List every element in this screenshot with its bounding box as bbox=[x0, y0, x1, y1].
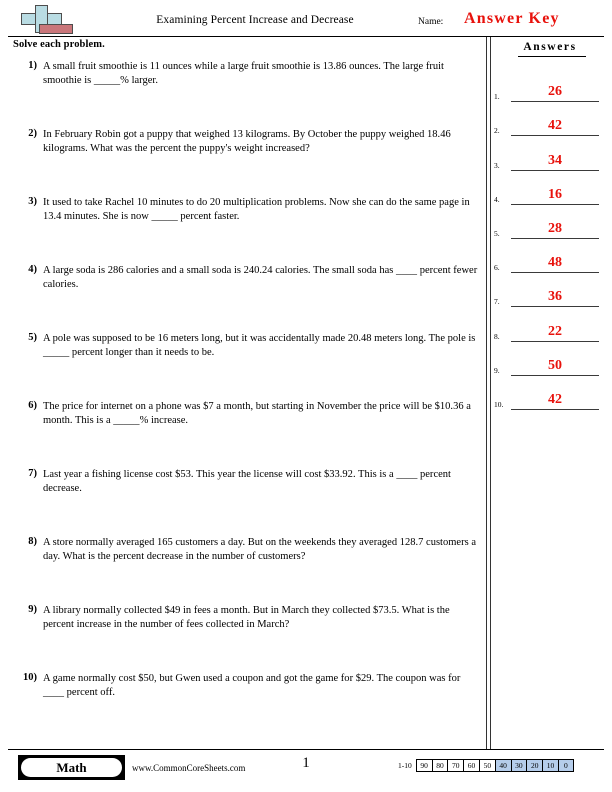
answer-value: 50 bbox=[548, 357, 562, 373]
answer-value: 42 bbox=[548, 391, 562, 407]
answer-index: 7. bbox=[494, 297, 500, 307]
problem-text: A pole was supposed to be 16 meters long… bbox=[43, 333, 476, 359]
problem-number: 7) bbox=[28, 468, 37, 479]
answer-value: 42 bbox=[548, 118, 562, 134]
score-box: 30 bbox=[510, 759, 527, 772]
problem-number: 6) bbox=[28, 400, 37, 411]
answer-index: 9. bbox=[494, 365, 500, 375]
problem-number: 3) bbox=[28, 196, 37, 207]
problem-item: 5) A pole was supposed to be 16 meters lo… bbox=[13, 332, 481, 400]
subject-badge: Math bbox=[18, 755, 125, 780]
problem-item: 1) A small fruit smoothie is 11 ounces wh… bbox=[13, 60, 481, 128]
answer-value: 22 bbox=[548, 323, 562, 339]
problem-item: 10) A game normally cost $50, but Gwen us… bbox=[13, 672, 481, 740]
header-divider bbox=[8, 36, 604, 37]
answer-value: 28 bbox=[548, 220, 562, 236]
problem-item: 3) It used to take Rachel 10 minutes to d… bbox=[13, 196, 481, 264]
score-box: 60 bbox=[463, 759, 479, 772]
answer-row: 3. 34 bbox=[494, 136, 606, 171]
answer-key-stamp: Answer Key bbox=[464, 10, 560, 27]
answer-row: 6. 48 bbox=[494, 239, 606, 274]
problem-number: 2) bbox=[28, 128, 37, 139]
logo-red-bar bbox=[39, 24, 73, 34]
problem-number: 4) bbox=[28, 264, 37, 275]
answer-row: 2. 42 bbox=[494, 102, 606, 137]
score-box: 10 bbox=[542, 759, 558, 772]
answer-row: 7. 36 bbox=[494, 273, 606, 308]
instructions-text: Solve each problem. bbox=[13, 39, 105, 50]
answer-value: 16 bbox=[548, 186, 562, 202]
score-box: 40 bbox=[494, 759, 511, 772]
problem-number: 1) bbox=[28, 60, 37, 71]
answer-index: 3. bbox=[494, 160, 500, 170]
problem-text: In February Robin got a puppy that weigh… bbox=[43, 129, 451, 155]
answer-index: 4. bbox=[494, 194, 500, 204]
answer-index: 6. bbox=[494, 263, 500, 273]
score-box: 80 bbox=[431, 759, 448, 772]
problem-item: 7) Last year a fishing license cost $53. … bbox=[13, 468, 481, 536]
answers-heading: Answers bbox=[523, 41, 577, 53]
subject-badge-label: Math bbox=[56, 760, 87, 775]
problem-number: 5) bbox=[28, 332, 37, 343]
problem-number: 8) bbox=[28, 536, 37, 547]
answer-row: 1. 26 bbox=[494, 68, 606, 103]
page-title: Examining Percent Increase and Decrease bbox=[156, 14, 354, 26]
answer-index: 8. bbox=[494, 331, 500, 341]
problem-text: A game normally cost $50, but Gwen used … bbox=[43, 673, 461, 699]
problem-item: 8) A store normally averaged 165 customer… bbox=[13, 536, 481, 604]
answer-value: 48 bbox=[548, 255, 562, 271]
subject-badge-pill: Math bbox=[21, 758, 122, 777]
score-box: 50 bbox=[478, 759, 495, 772]
problem-text: It used to take Rachel 10 minutes to do … bbox=[43, 197, 470, 223]
answer-value: 34 bbox=[548, 152, 562, 168]
problem-number: 9) bbox=[28, 604, 37, 615]
problem-item: 9) A library normally collected $49 in fe… bbox=[13, 604, 481, 672]
problem-list: 1) A small fruit smoothie is 11 ounces wh… bbox=[13, 60, 481, 740]
problem-text: A small fruit smoothie is 11 ounces whil… bbox=[43, 61, 444, 87]
answer-index: 5. bbox=[494, 228, 500, 238]
problem-text: The price for internet on a phone was $7… bbox=[43, 401, 471, 427]
name-label: Name: bbox=[418, 17, 444, 27]
page-header: Examining Percent Increase and Decrease … bbox=[0, 0, 612, 38]
footer-divider bbox=[8, 749, 604, 750]
answers-heading-underline bbox=[518, 56, 586, 57]
answer-value: 36 bbox=[548, 289, 562, 305]
problem-text: A large soda is 286 calories and a small… bbox=[43, 265, 478, 291]
problem-item: 2) In February Robin got a puppy that wei… bbox=[13, 128, 481, 196]
score-box: 70 bbox=[447, 759, 464, 772]
answer-row: 4. 16 bbox=[494, 171, 606, 205]
answer-index: 1. bbox=[494, 92, 500, 102]
page-number: 1 bbox=[302, 755, 310, 771]
answer-row: 9. 50 bbox=[494, 342, 606, 376]
answer-blank-line bbox=[511, 408, 599, 410]
problem-number: 10) bbox=[23, 672, 37, 683]
score-box: 0 bbox=[557, 759, 574, 772]
score-scale: 1-10 90 80 70 60 50 40 30 20 10 0 bbox=[398, 758, 574, 773]
answer-index: 10. bbox=[494, 399, 504, 409]
problem-text: A store normally averaged 165 customers … bbox=[43, 537, 477, 563]
plus-sign-logo-icon bbox=[17, 5, 75, 36]
problem-item: 4) A large soda is 286 calories and a sma… bbox=[13, 264, 481, 332]
problem-text: Last year a fishing license cost $53. Th… bbox=[43, 469, 451, 495]
answer-list: 1. 26 2. 42 3. 34 4. 16 5. 28 6. 48 7. 36 8. 22 9. 50 10. 4… bbox=[494, 68, 606, 410]
score-box: 90 bbox=[415, 759, 432, 772]
score-box: 20 bbox=[526, 759, 543, 772]
answer-value: 26 bbox=[548, 84, 562, 100]
answer-row: 10. 42 bbox=[494, 376, 606, 410]
problem-item: 6) The price for internet on a phone was … bbox=[13, 400, 481, 468]
answer-row: 8. 22 bbox=[494, 307, 606, 342]
answer-index: 2. bbox=[494, 126, 500, 136]
score-range-label: 1-10 bbox=[398, 761, 412, 770]
problem-text: A library normally collected $49 in fees… bbox=[43, 605, 450, 631]
site-url-text: www.CommonCoreSheets.com bbox=[132, 763, 246, 773]
answers-column-divider bbox=[486, 37, 491, 749]
answer-row: 5. 28 bbox=[494, 205, 606, 239]
